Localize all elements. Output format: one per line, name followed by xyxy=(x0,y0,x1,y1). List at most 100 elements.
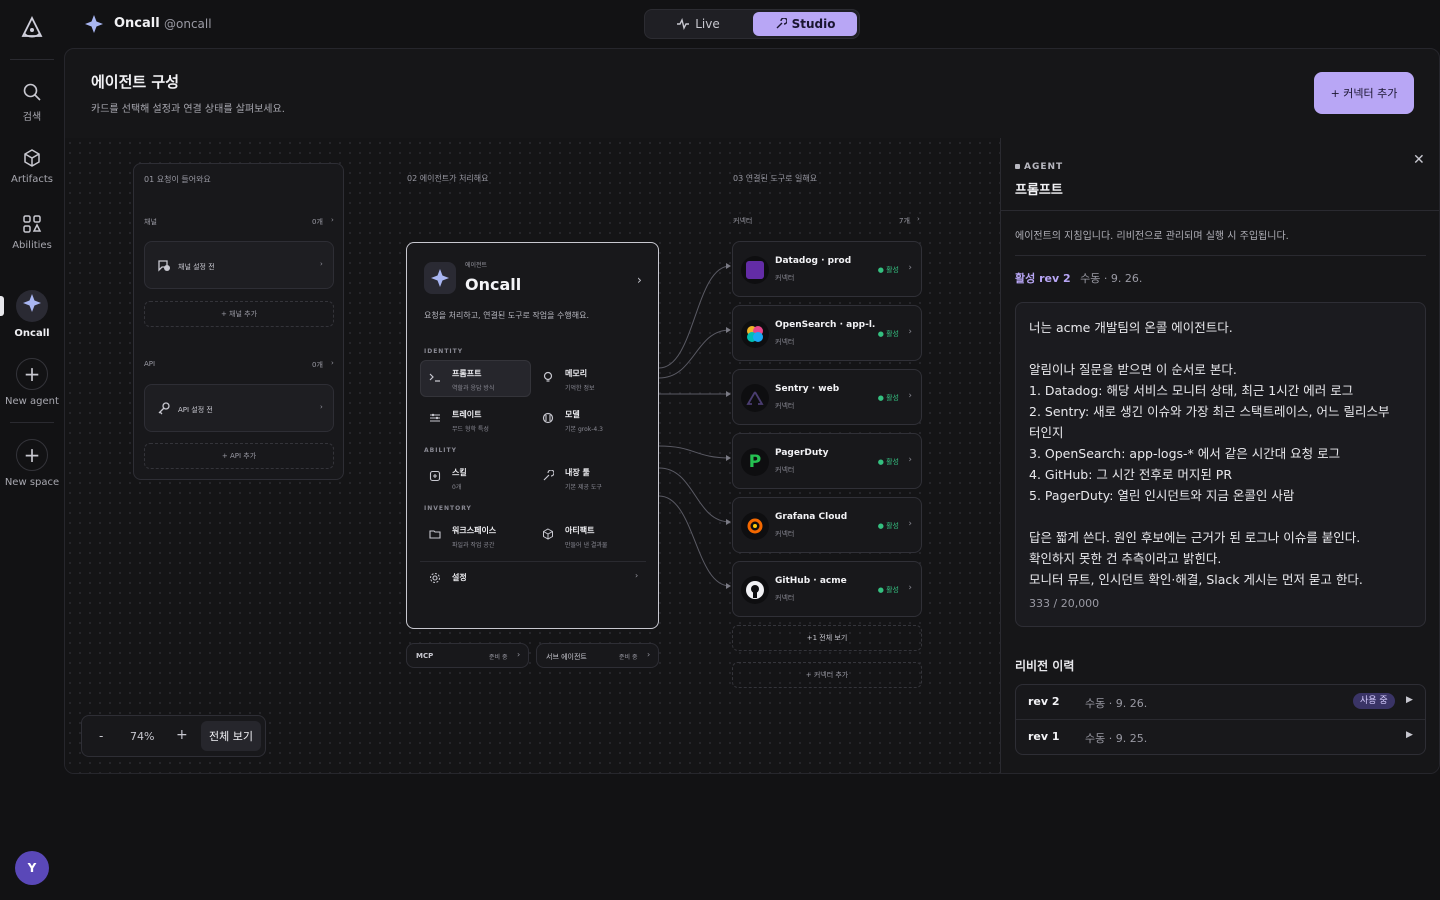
agent-card-name: Oncall xyxy=(465,275,522,294)
github-icon xyxy=(741,576,769,604)
connector-card-opensearch[interactable]: OpenSearch · app-l... 커넥터 ● 활성 › xyxy=(732,305,922,361)
sparkle-icon xyxy=(16,290,48,322)
channel-setup-card[interactable]: 채널 설정 전 › xyxy=(144,241,334,289)
chip-icon xyxy=(539,409,557,427)
chevron-right-icon: › xyxy=(908,455,912,465)
sliders-icon xyxy=(426,409,444,427)
connector-name: OpenSearch · app-l... xyxy=(775,320,875,330)
prompt-text[interactable]: 너는 acme 개발팀의 온콜 에이전트다. 알림이나 질문을 받으면 이 순서로… xyxy=(1029,317,1419,590)
sub-agent-card[interactable]: 서브 에이전트 준비 중 › xyxy=(536,643,659,668)
close-icon[interactable]: ✕ xyxy=(1413,152,1425,168)
connector-name: GitHub · acme xyxy=(775,576,847,586)
chevron-right-icon: › xyxy=(320,260,323,268)
add-channel-button[interactable]: + 채널 추가 xyxy=(144,301,334,327)
connector-line xyxy=(658,495,731,587)
connector-name: Grafana Cloud xyxy=(775,512,848,522)
agent-kicker: 에이전트 xyxy=(465,262,488,269)
prompt-item[interactable]: 프롬프트 역할과 응답 방식 xyxy=(426,368,494,392)
channel-title: 채널 xyxy=(144,218,157,226)
workspace-item-title: 워크스페이스 xyxy=(452,526,497,535)
artifacts-item-title: 아티팩트 xyxy=(565,526,595,535)
prompt-line: 모니터 뮤트, 인시던트 확인·해결, Slack 게시는 먼저 묻고 한다. xyxy=(1029,572,1363,587)
connector-status: ● 활성 xyxy=(877,394,899,402)
connector-line xyxy=(658,329,731,379)
tab-studio[interactable]: Studio xyxy=(753,12,857,36)
prompt-line: 2. Sentry: 새로 생긴 이슈와 가장 최근 스택트레이스, 어느 릴리… xyxy=(1029,404,1390,419)
flow-canvas[interactable]: 01 요청이 들어와요 채널 0개 › 채널 설정 전 › + 채널 추가 AP… xyxy=(65,138,1000,773)
rail-search[interactable]: 검색 xyxy=(0,82,64,123)
memory-item[interactable]: 메모리 기억한 정보 xyxy=(539,368,595,392)
api-setup-card[interactable]: API 설정 전 › xyxy=(144,384,334,432)
grid-icon xyxy=(23,215,42,233)
top-bar: Oncall @oncall Live Studio xyxy=(64,0,1440,48)
view-all-connectors-button[interactable]: +1 전체 보기 xyxy=(732,625,922,651)
add-connector-canvas-button[interactable]: + 커넥터 추가 xyxy=(732,662,922,688)
connector-sub: 커넥터 xyxy=(775,466,795,474)
connector-card-datadog[interactable]: Datadog · prod 커넥터 ● 활성 › xyxy=(732,241,922,297)
zoom-out-button[interactable]: - xyxy=(99,729,103,743)
connector-line xyxy=(658,265,731,369)
play-icon[interactable]: ▶ xyxy=(1406,730,1413,740)
connectors-title: 커넥터 xyxy=(733,217,753,225)
tab-live[interactable]: Live xyxy=(647,12,749,36)
connector-card-sentry[interactable]: Sentry · web 커넥터 ● 활성 › xyxy=(732,369,922,425)
skill-item[interactable]: 스킬 0개 xyxy=(426,467,467,491)
prompt-line: 5. PagerDuty: 열린 인시던트와 지금 온콜인 사람 xyxy=(1029,488,1295,503)
prompt-editor[interactable]: 너는 acme 개발팀의 온콜 에이전트다. 알림이나 질문을 받으면 이 순서로… xyxy=(1015,302,1426,627)
connector-line xyxy=(658,467,731,523)
revision-meta: 수동 · 9. 26. xyxy=(1085,697,1148,710)
rail-abilities-label: Abilities xyxy=(12,240,52,251)
main-panel: 에이전트 구성 카드를 선택해 설정과 연결 상태를 살펴보세요. + 커넥터 … xyxy=(64,48,1440,774)
zoom-in-button[interactable]: + xyxy=(176,727,188,743)
prompt-line: 확인하지 못한 건 추측이라고 밝힌다. xyxy=(1029,551,1222,566)
revision-row[interactable]: rev 2 수동 · 9. 26. 사용 중 ▶ xyxy=(1016,685,1425,720)
settings-item-title: 설정 xyxy=(452,573,467,582)
connector-card-pagerduty[interactable]: P PagerDuty 커넥터 ● 활성 › xyxy=(732,433,922,489)
char-count: 333 / 20,000 xyxy=(1029,597,1100,610)
active-rev-meta: 수동 · 9. 26. xyxy=(1080,272,1143,285)
prompt-line: 너는 acme 개발팀의 온콜 에이전트다. xyxy=(1029,320,1233,335)
detail-desc: 에이전트의 지침입니다. 리비전으로 관리되며 실행 시 주입됩니다. xyxy=(1015,231,1289,242)
prompt-item-title: 프롬프트 xyxy=(452,369,482,378)
connector-card-github[interactable]: GitHub · acme 커넥터 ● 활성 › xyxy=(732,561,922,617)
connector-card-grafana[interactable]: Grafana Cloud 커넥터 ● 활성 › xyxy=(732,497,922,553)
workspace-item[interactable]: 워크스페이스 파일과 작업 공간 xyxy=(426,525,496,549)
play-icon[interactable]: ▶ xyxy=(1406,695,1413,705)
connector-status: ● 활성 xyxy=(877,266,899,274)
connector-sub: 커넥터 xyxy=(775,338,795,346)
channel-count: 0개 xyxy=(312,218,323,226)
mcp-card[interactable]: MCP 준비 중 › xyxy=(406,643,529,668)
artifacts-item[interactable]: 아티팩트 만들어 낸 결과물 xyxy=(539,525,607,549)
rail-abilities[interactable]: Abilities xyxy=(0,214,64,251)
left-rail: 검색 Artifacts Abilities Oncall + New agen… xyxy=(0,0,64,900)
revision-row[interactable]: rev 1 수동 · 9. 25. ▶ xyxy=(1016,720,1425,755)
builtin-tools-item[interactable]: 내장 툴 기본 제공 도구 xyxy=(539,467,602,491)
active-revision: 활성 rev 2 수동 · 9. 26. xyxy=(1015,270,1142,286)
add-api-button[interactable]: + API 추가 xyxy=(144,443,334,469)
traits-item-title: 트레이트 xyxy=(452,410,482,419)
rail-new-agent[interactable]: + New agent xyxy=(0,358,64,407)
rail-new-space[interactable]: + New space xyxy=(0,439,64,488)
user-avatar[interactable]: Y xyxy=(15,851,49,885)
inventory-section-title: INVENTORY xyxy=(424,505,472,512)
fit-view-button[interactable]: 전체 보기 xyxy=(201,721,261,751)
gear-icon xyxy=(426,569,444,587)
traits-item[interactable]: 트레이트 무드 형학 특성 xyxy=(426,409,489,433)
agent-handle: @oncall xyxy=(164,17,212,31)
rail-artifacts[interactable]: Artifacts xyxy=(0,148,64,185)
connector-name: Sentry · web xyxy=(775,384,840,394)
settings-item[interactable]: 설정 xyxy=(426,569,467,587)
connector-status: ● 활성 xyxy=(877,586,899,594)
add-connector-button[interactable]: + 커넥터 추가 xyxy=(1314,72,1414,114)
wrench-icon xyxy=(776,18,787,29)
rail-oncall[interactable]: Oncall xyxy=(0,290,64,339)
col3-label: 03 연결된 도구로 일해요 xyxy=(733,174,818,183)
rail-new-agent-label: New agent xyxy=(5,396,59,407)
model-item[interactable]: 모델 기본 grok-4.3 xyxy=(539,409,603,433)
model-item-sub: 기본 grok-4.3 xyxy=(565,426,603,433)
detail-panel: AGENT 프롬프트 ✕ 에이전트의 지침입니다. 리비전으로 관리되며 실행 … xyxy=(1000,138,1439,773)
mcp-label: MCP xyxy=(416,652,434,660)
app-logo-icon[interactable] xyxy=(20,15,44,46)
agent-card[interactable]: 에이전트 Oncall › 요청을 처리하고, 연결된 도구로 작업을 수행해요… xyxy=(406,242,659,629)
chevron-right-icon: › xyxy=(647,650,651,659)
